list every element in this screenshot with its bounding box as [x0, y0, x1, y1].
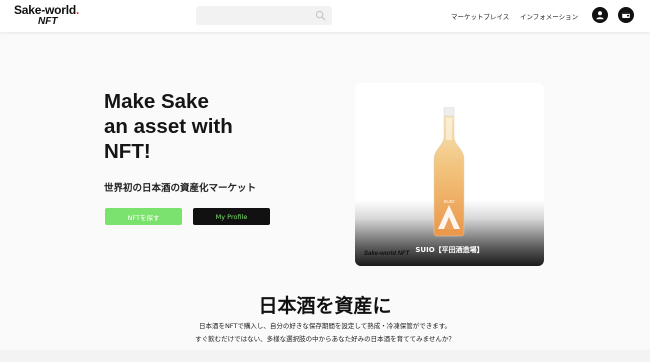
hero-title-line: an asset with: [104, 115, 233, 138]
site-logo[interactable]: Sake-world. NFT: [14, 4, 79, 27]
footer-band: [0, 350, 650, 362]
hero-title-line: Make Sake: [104, 90, 209, 113]
card-brand-logo: Sake-world NFT: [364, 251, 410, 257]
user-button[interactable]: [592, 7, 608, 23]
featured-product-card[interactable]: SUIO SUIO【平田酒造場】 Sake-world NFT: [355, 83, 544, 266]
wallet-button[interactable]: [618, 7, 634, 23]
sake-bottle-image: SUIO: [433, 107, 465, 237]
section-description: 日本酒をNFTで購入し、自分の好きな保存期間を設定して熟成・冷凍保管ができます。: [198, 322, 452, 330]
logo-wordmark: Sake-world.: [14, 3, 80, 17]
user-icon: [596, 11, 604, 20]
wallet-icon: [622, 12, 630, 18]
nav-information-link[interactable]: インフォメーション: [520, 11, 578, 21]
nav-marketplace-link[interactable]: マーケットプレイス: [451, 11, 509, 21]
section-title: 日本酒を資産に: [258, 295, 392, 317]
site-header: Sake-world. NFT マーケットプレイス インフォメーション: [0, 0, 650, 32]
logo-subtext: NFT: [38, 16, 58, 27]
search-icon[interactable]: [315, 10, 326, 21]
hero-subtitle: 世界初の日本酒の資産化マーケット: [104, 183, 257, 194]
search-input[interactable]: [196, 6, 332, 25]
bottle-label-text: SUIO: [443, 199, 455, 204]
hero-title: Make Sake an asset with NFT!: [104, 89, 324, 164]
find-nft-button[interactable]: NFTを探す: [105, 208, 182, 225]
section-description: すぐ飲むだけではない、多様な選択肢の中からあなた好みの日本酒を育ててみませんか？: [195, 335, 455, 343]
my-profile-button[interactable]: My Profile: [193, 208, 270, 225]
hero-title-line: NFT!: [104, 140, 151, 163]
